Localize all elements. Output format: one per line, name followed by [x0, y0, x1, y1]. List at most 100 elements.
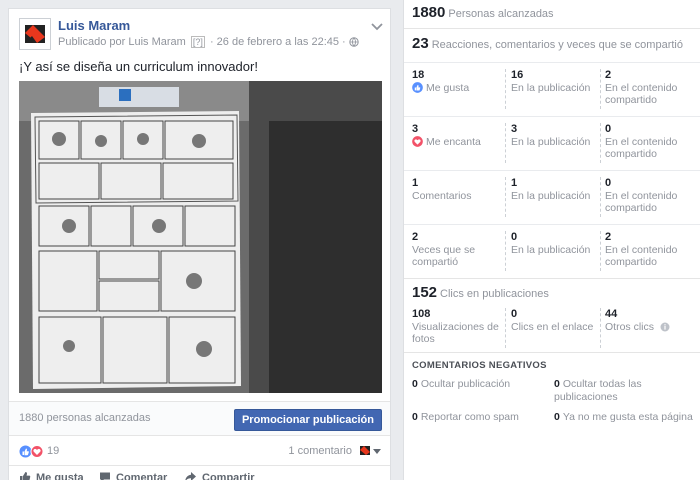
love-on-shared-number: 0 — [605, 123, 612, 135]
reactions-row: 19 1 comentario — [9, 435, 390, 465]
divider — [600, 123, 601, 163]
likes-on-post-cell: 16 En la publicación — [511, 69, 599, 94]
divider — [505, 177, 506, 217]
divider — [505, 69, 506, 109]
other-clicks-number: 44 — [605, 308, 618, 320]
comments-on-post-cell: 1 En la publicación — [511, 177, 599, 202]
meta-author[interactable]: Luis Maram — [128, 36, 185, 48]
love-on-shared-label: En el contenido compartido — [605, 136, 678, 160]
reach-summary: 1880 Personas alcanzadas — [412, 4, 554, 21]
photo-views-number: 108 — [412, 308, 431, 320]
neg-hide-all: 0 Ocultar todas las publicaciones — [554, 378, 694, 404]
likes-label: Me gusta — [426, 82, 470, 94]
engagement-number: 23 — [412, 35, 429, 52]
page-logo[interactable] — [19, 18, 51, 50]
comment-label: Comentar — [116, 472, 168, 480]
comments-number: 1 — [412, 177, 419, 189]
chevron-down-icon[interactable] — [370, 22, 384, 32]
likes-on-shared-label: En el contenido compartido — [605, 82, 678, 106]
love-number: 3 — [412, 123, 419, 135]
link-clicks-label: Clics en el enlace — [511, 321, 594, 333]
likes-number: 18 — [412, 69, 425, 81]
divider — [600, 69, 601, 109]
neg-hide-post-number: 0 — [412, 378, 418, 390]
neg-unlike-page-number: 0 — [554, 411, 560, 423]
comment-button[interactable]: Comentar — [99, 471, 167, 480]
share-label: Compartir — [202, 472, 255, 480]
post-footer: 1880 personas alcanzadas Promocionar pub… — [9, 401, 390, 435]
reaction-icons[interactable] — [19, 445, 45, 461]
divider — [404, 278, 700, 279]
shares-on-shared-label: En el contenido compartido — [605, 244, 678, 268]
shares-on-post-label: En la publicación — [511, 244, 591, 256]
shares-label: Veces que se compartió — [412, 244, 476, 268]
neg-hide-post: 0 Ocultar publicación — [412, 378, 550, 391]
love-on-post-number: 3 — [511, 123, 518, 135]
clicks-number: 152 — [412, 284, 438, 301]
help-marker[interactable]: [?] — [190, 36, 205, 48]
other-clicks-cell: 44 Otros clics — [605, 308, 699, 333]
clicks-summary: 152 Clics en publicaciones — [412, 284, 549, 301]
divider — [600, 177, 601, 217]
actions-row: Me gusta Comentar Compartir — [9, 465, 390, 480]
neg-unlike-page-label: Ya no me gusta esta página — [562, 411, 693, 423]
neg-report-spam: 0 Reportar como spam — [412, 411, 550, 424]
shares-on-post-number: 0 — [511, 231, 518, 243]
comments-label: Comentarios — [412, 190, 472, 202]
love-label: Me encanta — [426, 136, 481, 148]
divider — [600, 308, 601, 348]
neg-report-spam-label: Reportar como spam — [420, 411, 519, 423]
comments-on-shared-label: En el contenido compartido — [605, 190, 678, 214]
share-icon — [185, 472, 196, 480]
divider — [404, 352, 700, 353]
post-photo[interactable] — [19, 81, 382, 393]
neg-hide-all-number: 0 — [554, 378, 560, 390]
share-button[interactable]: Compartir — [184, 471, 255, 480]
reach-label: Personas alcanzadas — [448, 8, 554, 20]
divider — [600, 231, 601, 271]
other-clicks-label: Otros clics — [605, 321, 655, 333]
meta-prefix: Publicado por — [58, 36, 126, 48]
love-reaction-icon — [412, 136, 423, 147]
like-reaction-icon — [412, 82, 423, 93]
post-header: Luis Maram Publicado por Luis Maram [?] … — [19, 18, 384, 56]
post-date[interactable]: · 26 de febrero a las 22:45 · — [210, 36, 346, 48]
comments-count[interactable]: 1 comentario — [288, 445, 352, 457]
globe-icon — [349, 37, 359, 47]
love-on-shared-cell: 0 En el contenido compartido — [605, 123, 699, 160]
love-on-post-cell: 3 En la publicación — [511, 123, 599, 148]
post-meta: Publicado por Luis Maram [?] · 26 de feb… — [58, 36, 359, 48]
link-clicks-number: 0 — [511, 308, 518, 320]
shares-number: 2 — [412, 231, 419, 243]
post-card: Luis Maram Publicado por Luis Maram [?] … — [8, 8, 391, 480]
caret-down-icon[interactable] — [373, 449, 381, 454]
post-text: ¡Y así se diseña un curriculum innovador… — [19, 59, 258, 74]
likes-on-post-label: En la publicación — [511, 82, 591, 94]
comments-on-post-label: En la publicación — [511, 190, 591, 202]
shares-cell: 2 Veces que se compartió — [412, 231, 502, 268]
neg-hide-all-label: Ocultar todas las publicaciones — [554, 378, 642, 403]
comment-icon — [100, 472, 110, 480]
likes-on-shared-cell: 2 En el contenido compartido — [605, 69, 699, 106]
like-button[interactable]: Me gusta — [19, 471, 84, 480]
info-icon[interactable] — [660, 322, 670, 332]
shares-on-shared-number: 2 — [605, 231, 612, 243]
page-avatar-small[interactable] — [359, 444, 371, 459]
insights-panel: 1880 Personas alcanzadas 23 Reacciones, co… — [403, 0, 700, 480]
comments-on-shared-cell: 0 En el contenido compartido — [605, 177, 699, 214]
likes-on-post-number: 16 — [511, 69, 524, 81]
reaction-count[interactable]: 19 — [47, 445, 59, 457]
engagement-summary: 23 Reacciones, comentarios y veces que se… — [412, 35, 683, 52]
stats-row-likes: 18 Me gusta 16 En la publicación 2 En el c… — [404, 62, 700, 116]
negative-feedback-title: COMENTARIOS NEGATIVOS — [412, 360, 547, 371]
shares-on-post-cell: 0 En la publicación — [511, 231, 599, 256]
thumbs-up-icon — [20, 472, 31, 480]
comments-on-post-number: 1 — [511, 177, 518, 189]
stats-row-comments: 1 Comentarios 1 En la publicación 0 En el c… — [404, 170, 700, 224]
comments-cell: 1 Comentarios — [412, 177, 502, 202]
reach-text: 1880 personas alcanzadas — [19, 412, 151, 424]
photo-views-cell: 108 Visualizaciones de fotos — [412, 308, 502, 345]
divider — [505, 231, 506, 271]
promote-button[interactable]: Promocionar publicación — [233, 409, 382, 431]
author-name[interactable]: Luis Maram — [58, 18, 130, 33]
